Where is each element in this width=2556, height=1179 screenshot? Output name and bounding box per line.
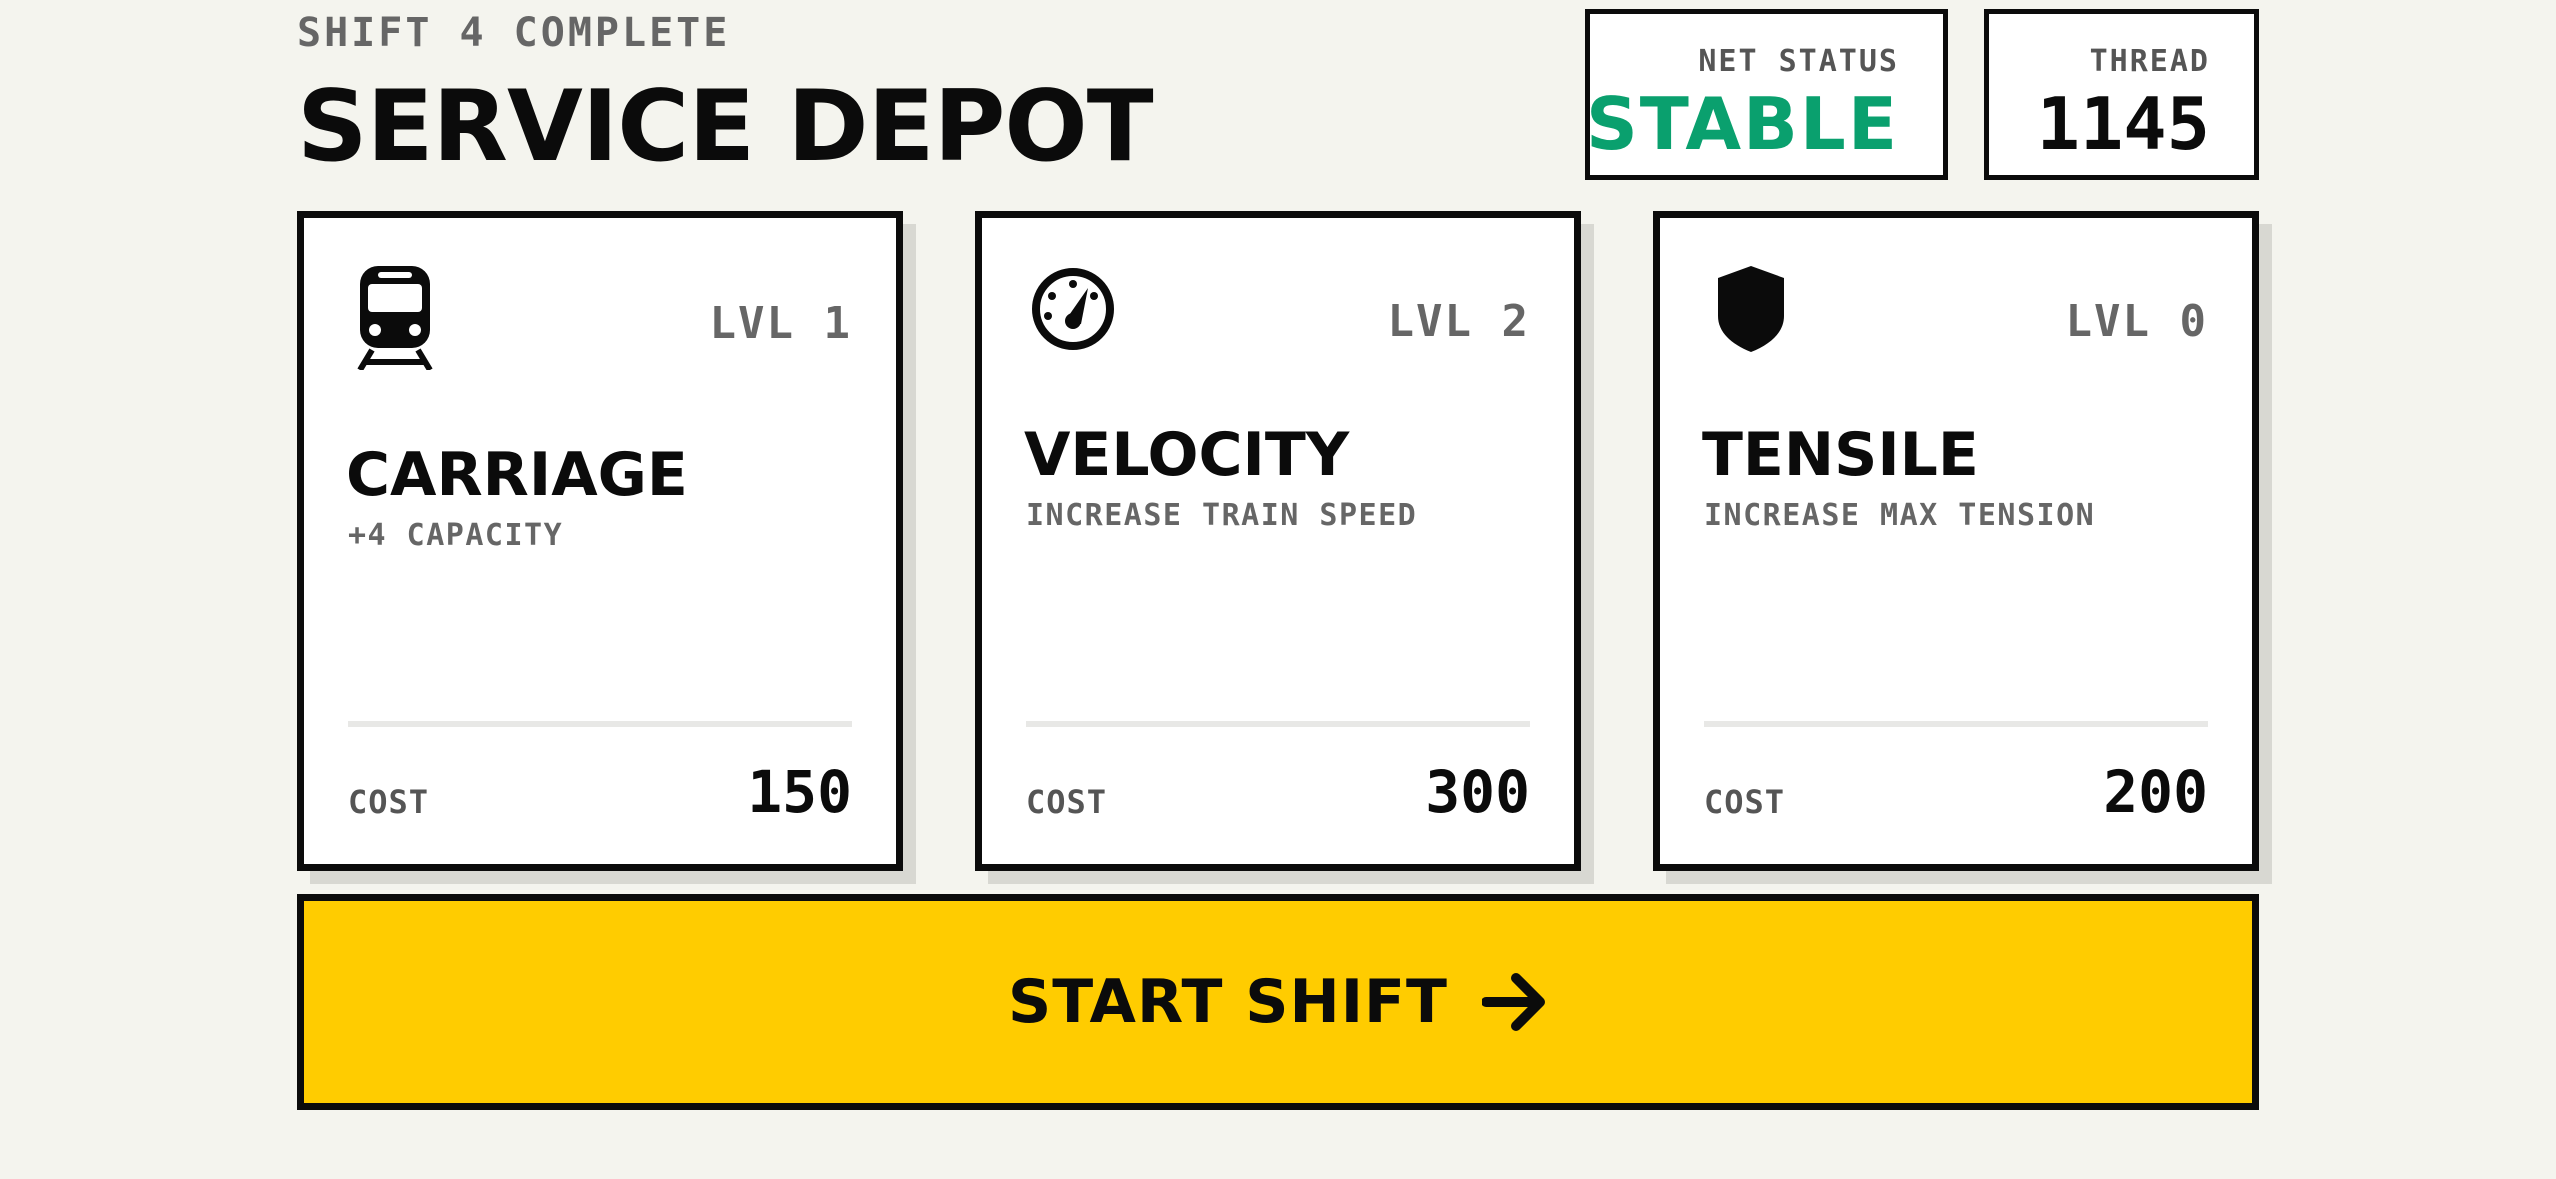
- level-label: LVL 2: [1387, 296, 1530, 347]
- upgrade-description: +4 CAPACITY: [348, 518, 564, 553]
- shift-complete-label: SHIFT 4 COMPLETE: [297, 10, 731, 56]
- shield-icon: [1718, 266, 1784, 352]
- thread-value: 1145: [2036, 82, 2210, 166]
- net-status-label: NET STATUS: [1698, 44, 1899, 79]
- upgrade-card-velocity[interactable]: LVL 2 VELOCITY INCREASE TRAIN SPEED COST…: [975, 211, 1581, 871]
- net-status-value: STABLE: [1585, 82, 1899, 166]
- upgrade-card-carriage[interactable]: LVL 1 CARRIAGE +4 CAPACITY COST 150: [297, 211, 903, 871]
- arrow-right-icon: [1481, 973, 1545, 1031]
- divider: [1026, 721, 1530, 727]
- cost-value: 200: [2103, 758, 2208, 826]
- divider: [348, 721, 852, 727]
- page-title: SERVICE DEPOT: [297, 70, 1154, 184]
- divider: [1704, 721, 2208, 727]
- net-status-panel: NET STATUS STABLE: [1585, 9, 1948, 180]
- thread-label: THREAD: [2089, 44, 2210, 79]
- cost-value: 150: [747, 758, 852, 826]
- upgrade-card-tensile[interactable]: LVL 0 TENSILE INCREASE MAX TENSION COST …: [1653, 211, 2259, 871]
- cost-value: 300: [1425, 758, 1530, 826]
- upgrade-name: CARRIAGE: [346, 440, 688, 510]
- start-shift-button[interactable]: START SHIFT: [297, 894, 2259, 1110]
- upgrade-name: TENSILE: [1702, 420, 1979, 490]
- cost-label: COST: [348, 783, 430, 821]
- thread-panel: THREAD 1145: [1984, 9, 2259, 180]
- upgrade-name: VELOCITY: [1024, 420, 1350, 490]
- start-shift-label: START SHIFT: [1008, 967, 1448, 1037]
- upgrade-description: INCREASE TRAIN SPEED: [1026, 498, 1418, 533]
- level-label: LVL 1: [709, 298, 852, 349]
- cost-label: COST: [1026, 783, 1108, 821]
- cost-label: COST: [1704, 783, 1786, 821]
- level-label: LVL 0: [2065, 296, 2208, 347]
- upgrade-description: INCREASE MAX TENSION: [1704, 498, 2096, 533]
- train-icon: [357, 266, 433, 370]
- speedometer-icon: [1032, 268, 1114, 350]
